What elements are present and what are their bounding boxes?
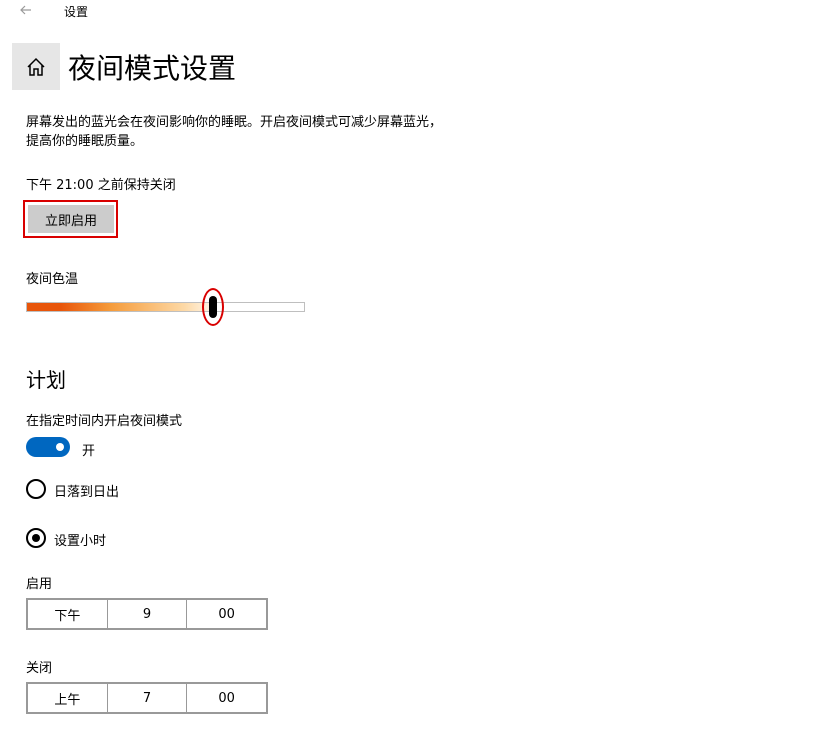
arrow-left-icon[interactable] xyxy=(16,0,36,20)
schedule-section-title: 计划 xyxy=(26,368,66,392)
color-temperature-slider[interactable] xyxy=(26,302,305,312)
turn-off-hour[interactable]: 7 xyxy=(108,684,188,712)
slider-fill xyxy=(27,303,212,311)
title-bar: 设置 xyxy=(0,0,829,22)
toggle-state-text: 开 xyxy=(82,444,96,459)
turn-on-period[interactable]: 下午 xyxy=(28,600,108,628)
enable-now-button[interactable]: 立即启用 xyxy=(28,205,114,233)
home-button[interactable] xyxy=(12,43,60,90)
turn-on-minute[interactable]: 00 xyxy=(187,600,266,628)
radio-sunset-to-sunrise[interactable] xyxy=(26,479,46,499)
radio-set-hours[interactable] xyxy=(26,528,46,548)
color-temperature-label: 夜间色温 xyxy=(26,272,79,287)
schedule-toggle-label: 在指定时间内开启夜间模式 xyxy=(26,414,183,429)
home-icon xyxy=(27,57,45,76)
turn-off-period[interactable]: 上午 xyxy=(28,684,108,712)
radio-selected-dot xyxy=(32,534,40,542)
description-line-1: 屏幕发出的蓝光会在夜间影响你的睡眠。开启夜间模式可减少屏幕蓝光， xyxy=(26,115,443,130)
schedule-toggle[interactable] xyxy=(26,437,70,457)
page-title: 夜间模式设置 xyxy=(68,52,237,85)
app-title: 设置 xyxy=(64,5,89,19)
turn-off-minute[interactable]: 00 xyxy=(187,684,266,712)
radio-set-hours-label[interactable]: 设置小时 xyxy=(54,530,106,549)
turn-on-time-picker[interactable]: 下午 9 00 xyxy=(26,598,268,630)
turn-on-label: 启用 xyxy=(26,577,53,592)
turn-on-hour[interactable]: 9 xyxy=(108,600,188,628)
description: 屏幕发出的蓝光会在夜间影响你的睡眠。开启夜间模式可减少屏幕蓝光， 提高你的睡眠质… xyxy=(26,113,506,151)
toggle-knob xyxy=(56,443,64,451)
radio-sunset-label[interactable]: 日落到日出 xyxy=(54,481,119,500)
turn-off-label: 关闭 xyxy=(26,661,53,676)
description-line-2: 提高你的睡眠质量。 xyxy=(26,134,144,149)
slider-thumb[interactable] xyxy=(209,296,217,318)
night-mode-status: 下午 21:00 之前保持关闭 xyxy=(26,178,176,193)
turn-off-time-picker[interactable]: 上午 7 00 xyxy=(26,682,268,714)
